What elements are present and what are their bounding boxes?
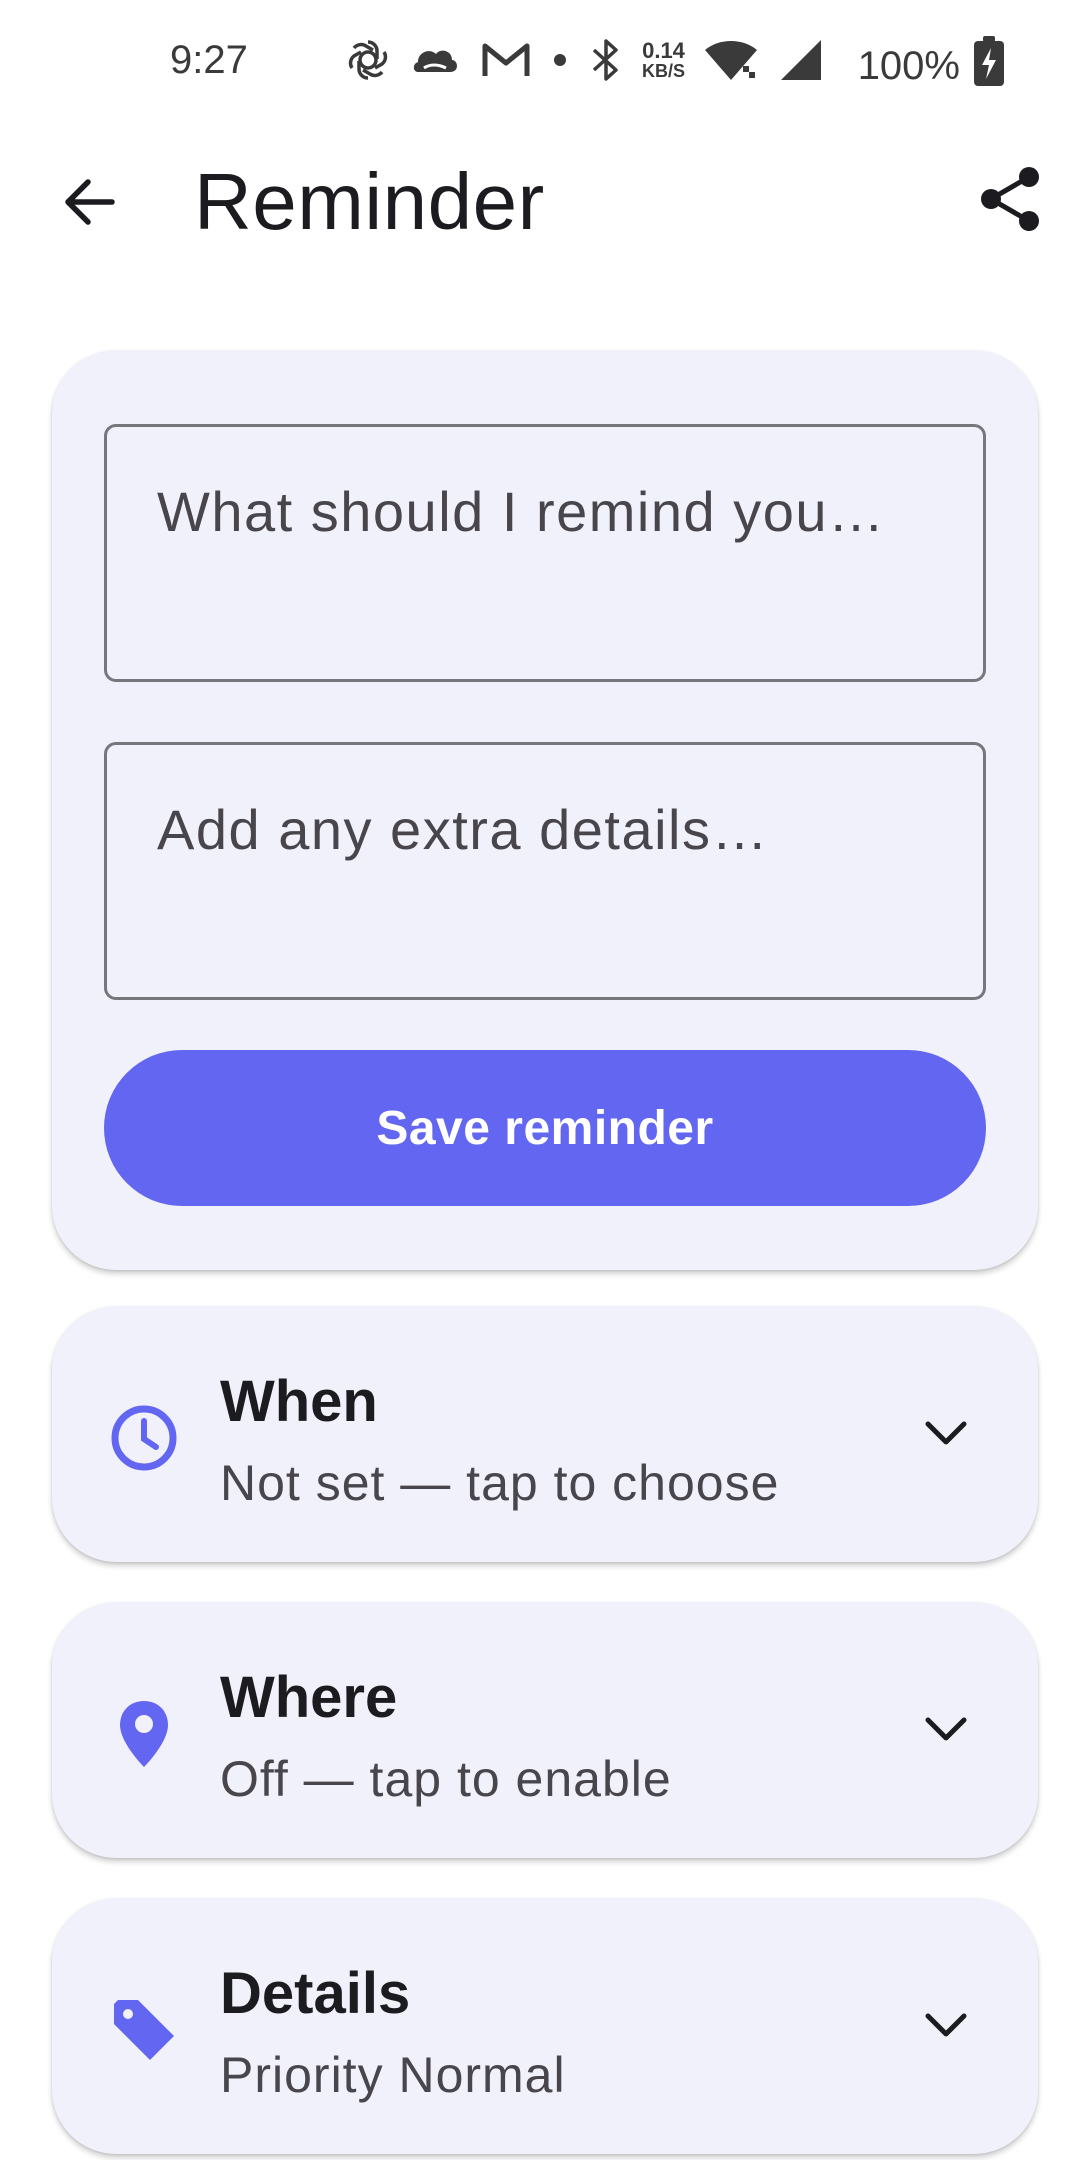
back-button[interactable] [48,162,132,246]
where-subtitle: Off — tap to enable [220,1751,672,1807]
app-bar: Reminder [0,126,1080,276]
page-title: Reminder [194,157,545,246]
wifi-icon [703,36,759,84]
net-speed-unit: KB/S [642,61,686,81]
status-time: 9:27 [170,38,248,82]
reminder-screen: 9:27 0.14 KB/S 100% Reminder What should… [0,0,1080,2160]
save-reminder-label: Save reminder [376,1101,714,1155]
when-title: When [220,1369,378,1434]
notification-icons: 0.14 KB/S [344,36,825,84]
details-subtitle: Priority Normal [220,2047,566,2103]
cloud-icon [410,38,462,82]
when-subtitle: Not set — tap to choose [220,1455,780,1511]
reminder-details-field[interactable]: Add any extra details… [104,742,986,1000]
clock-icon [104,1398,184,1478]
chevron-down-icon [914,1402,978,1466]
arrow-back-icon [60,172,120,237]
gmail-icon [480,38,532,82]
openai-icon [344,36,392,84]
bluetooth-icon [588,36,624,84]
reminder-details-placeholder: Add any extra details… [157,798,769,861]
details-option-card[interactable]: Details Priority Normal [52,1898,1038,2154]
reminder-title-placeholder: What should I remind you… [157,480,886,543]
chevron-down-icon [914,1994,978,2058]
battery-indicator: 100% [858,36,1004,96]
where-title: Where [220,1665,398,1730]
compose-card: What should I remind you… Add any extra … [52,350,1038,1270]
tag-icon [104,1990,184,2070]
details-title: Details [220,1961,411,2026]
when-option-card[interactable]: When Not set — tap to choose [52,1306,1038,1562]
chevron-down-icon [914,1698,978,1762]
dot-icon [550,50,570,70]
battery-percent: 100% [857,43,960,88]
location-pin-icon [104,1694,184,1774]
reminder-title-field[interactable]: What should I remind you… [104,424,986,682]
share-button[interactable] [966,156,1056,246]
where-option-card[interactable]: Where Off — tap to enable [52,1602,1038,1858]
signal-icon [777,36,825,84]
net-speed-value: 0.14 [642,38,685,63]
battery-charging-icon [974,36,1004,96]
net-speed-indicator: 0.14 KB/S [642,38,686,81]
share-icon [979,165,1043,238]
status-bar: 9:27 0.14 KB/S 100% [0,0,1080,126]
save-reminder-button[interactable]: Save reminder [104,1050,986,1206]
